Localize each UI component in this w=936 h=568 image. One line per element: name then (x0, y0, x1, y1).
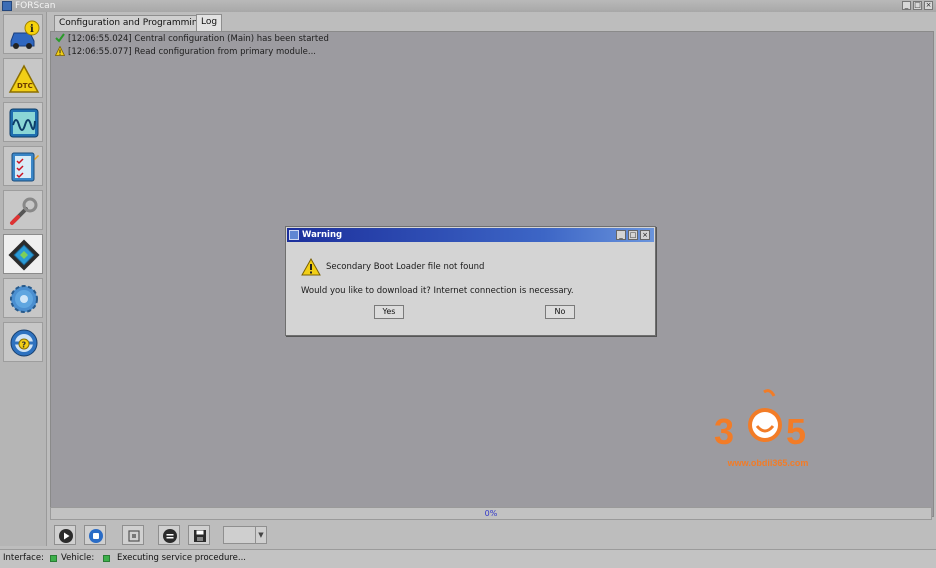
help-steering-wheel-icon: ? (10, 329, 38, 357)
status-bar: Interface: Vehicle: Executing service pr… (0, 549, 936, 568)
dialog-title-bar: Warning _ □ × (287, 228, 654, 242)
tab-bar: Configuration and Programming Log (50, 14, 936, 31)
gear-icon (10, 285, 38, 313)
sidebar-vehicle-info[interactable]: i (3, 14, 43, 54)
log-entry-text: [12:06:55.024] Central configuration (Ma… (68, 34, 329, 44)
status-message: Executing service procedure... (117, 553, 246, 563)
tab-log[interactable]: Log (196, 14, 223, 31)
watermark-url: www.obdii365.com (727, 458, 809, 468)
sidebar-settings[interactable] (3, 278, 43, 318)
svg-text:DTC: DTC (17, 82, 33, 90)
warning-dialog: Warning _ □ × Secondary Boot Loader file… (285, 226, 656, 336)
sidebar: i DTC ? (0, 12, 47, 546)
check-icon (55, 33, 65, 43)
checklist-icon (11, 152, 39, 182)
stop-button[interactable] (84, 525, 106, 545)
wrench-icon (10, 197, 38, 225)
progress-bar: 0% (50, 507, 932, 520)
dtc-icon: DTC (8, 64, 40, 93)
watermark-digit: 5 (786, 411, 806, 452)
dialog-minimize-button[interactable]: _ (616, 230, 626, 240)
dialog-close-button[interactable]: × (640, 230, 650, 240)
module-select[interactable]: ▼ (223, 526, 267, 544)
oscilloscope-icon (9, 108, 39, 138)
dialog-question: Would you like to download it? Internet … (301, 286, 574, 296)
bottom-toolbar: ▼ (50, 522, 932, 548)
sidebar-help[interactable]: ? (3, 322, 43, 362)
warning-icon (301, 258, 321, 276)
dialog-message: Secondary Boot Loader file not found (326, 262, 485, 272)
open-button[interactable] (158, 525, 180, 545)
dialog-title: Warning (302, 230, 343, 240)
yes-button[interactable]: Yes (374, 305, 404, 319)
load-icon (163, 529, 177, 543)
vehicle-info-icon: i (10, 20, 40, 49)
chip-config-icon (8, 239, 40, 271)
warning-icon (55, 46, 65, 56)
chevron-down-icon: ▼ (255, 527, 266, 543)
sidebar-oscilloscope[interactable] (3, 102, 43, 142)
sidebar-tests[interactable] (3, 146, 43, 186)
vehicle-config-button[interactable] (122, 525, 144, 545)
vehicle-label: Vehicle: (61, 553, 95, 563)
play-icon (59, 529, 73, 543)
interface-status-indicator (50, 555, 57, 562)
connect-button[interactable] (54, 525, 76, 545)
title-bar: FORScan _ □ × (0, 0, 936, 12)
stop-icon (89, 529, 103, 543)
dialog-app-icon (289, 230, 299, 240)
close-button[interactable]: × (924, 1, 933, 10)
tab-configuration-and-programming[interactable]: Configuration and Programming (54, 15, 209, 31)
progress-label: 0% (484, 509, 498, 518)
dialog-maximize-button[interactable]: □ (628, 230, 638, 240)
sidebar-dtc[interactable]: DTC (3, 58, 43, 98)
svg-text:?: ? (22, 341, 27, 350)
log-entry: [12:06:55.077] Read configuration from p… (55, 46, 316, 58)
save-icon (194, 530, 206, 542)
no-button[interactable]: No (545, 305, 575, 319)
save-button[interactable] (188, 525, 210, 545)
log-entry: [12:06:55.024] Central configuration (Ma… (55, 33, 329, 45)
interface-label: Interface: (3, 553, 44, 563)
window-title: FORScan (15, 1, 56, 11)
vehicle-status-indicator (103, 555, 110, 562)
sidebar-service[interactable] (3, 190, 43, 230)
sidebar-configuration[interactable] (3, 234, 43, 274)
minimize-button[interactable]: _ (902, 1, 911, 10)
svg-text:i: i (30, 24, 34, 35)
car-chip-icon (128, 530, 140, 542)
log-entry-text: [12:06:55.077] Read configuration from p… (68, 47, 316, 57)
maximize-button[interactable]: □ (913, 1, 922, 10)
app-icon (2, 1, 12, 11)
watermark-digit: 3 (714, 411, 734, 452)
